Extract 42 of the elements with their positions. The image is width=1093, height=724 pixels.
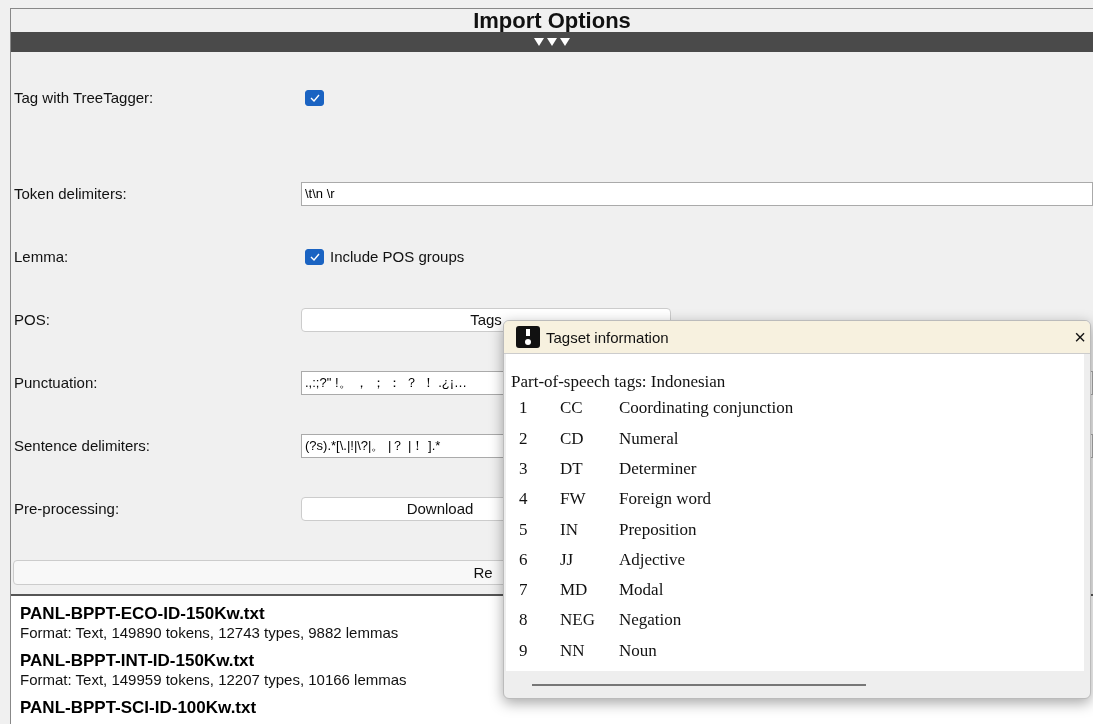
file-info: Format: Text, 149890 tokens, 12743 types, 9882 lemmas <box>20 624 399 641</box>
tag-code: CC <box>560 398 583 420</box>
close-button[interactable]: × <box>1074 325 1086 349</box>
tag-code: IN <box>560 519 578 541</box>
option-label: Sentence delimiters: <box>13 437 151 454</box>
option-label: POS: <box>13 311 51 328</box>
tag-number: 3 <box>519 458 528 480</box>
tag-description: Preposition <box>619 519 697 541</box>
tag-description: Noun <box>619 640 657 662</box>
tag-number: 5 <box>519 519 528 541</box>
scrollbar[interactable] <box>532 683 866 686</box>
tag-description: Coordinating conjunction <box>619 398 794 420</box>
file-name[interactable]: PANL-BPPT-INT-ID-150Kw.txt <box>20 651 255 671</box>
file-name[interactable]: PANL-BPPT-SCI-ID-100Kw.txt <box>20 698 257 718</box>
tag-number: 9 <box>519 640 528 662</box>
check-icon <box>309 93 320 102</box>
tagset-heading: Part-of-speech tags: Indonesian <box>511 372 727 393</box>
tag-number: 2 <box>519 428 528 450</box>
tag-code: CD <box>560 428 584 450</box>
file-info: Format: Text, 149959 tokens, 12207 types, 10166 lemmas <box>20 671 407 688</box>
file-name[interactable]: PANL-BPPT-ECO-ID-150Kw.txt <box>20 604 265 624</box>
check-icon <box>309 252 320 261</box>
input-field[interactable]: \t\n \r <box>301 181 1093 206</box>
option-label: Lemma: <box>13 248 70 265</box>
app-icon <box>516 326 540 349</box>
option-label: Pre-processing: <box>13 500 121 517</box>
checkbox[interactable] <box>305 89 324 106</box>
option-label: Token delimiters: <box>13 185 128 202</box>
checkbox[interactable] <box>305 248 324 265</box>
option-label: Tag with TreeTagger: <box>13 89 155 106</box>
tag-description: Determiner <box>619 458 697 480</box>
tag-description: Negation <box>619 610 682 632</box>
tag-code: DT <box>560 458 583 480</box>
tag-number: 8 <box>519 610 528 632</box>
option-label: Punctuation: <box>13 374 99 391</box>
tag-description: Foreign word <box>619 489 712 511</box>
tag-code: NEG <box>560 610 595 632</box>
tag-description: Numeral <box>619 428 679 450</box>
tag-code: NN <box>560 640 585 662</box>
checkbox-label: Include POS groups <box>330 248 465 265</box>
tag-number: 1 <box>519 398 528 420</box>
panel-title: Import Options <box>472 9 632 32</box>
